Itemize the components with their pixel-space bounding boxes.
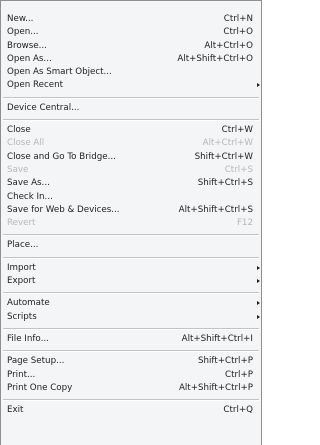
menu-item-label: Save As... — [7, 178, 50, 189]
menu-item-shortcut: Alt+Shift+Ctrl+I — [181, 333, 253, 344]
menu-item-shortcut: Alt+Ctrl+O — [204, 40, 253, 51]
menu-item-import[interactable]: Import — [1, 262, 261, 275]
menu-item-label: Automate — [7, 298, 50, 309]
menu-item-device-central[interactable]: Device Central... — [1, 102, 261, 115]
menu-item-open[interactable]: Open... Ctrl+O — [1, 26, 261, 39]
menu-separator — [1, 324, 261, 333]
menu-item-browse[interactable]: Browse... Alt+Ctrl+O — [1, 40, 261, 53]
menu-item-shortcut: Ctrl+P — [225, 369, 253, 380]
menu-item-shortcut: Ctrl+N — [223, 14, 253, 24]
menu-item-label: Close — [7, 125, 31, 136]
menu-item-save: Save Ctrl+S — [1, 164, 261, 177]
menu-item-label: New... — [7, 14, 34, 24]
menu-item-label: Import — [7, 262, 36, 273]
menu-item-revert: Revert F12 — [1, 217, 261, 230]
menu-item-label: Exit — [7, 405, 24, 416]
menu-item-close-and-go-to-bridge[interactable]: Close and Go To Bridge... Shift+Ctrl+W — [1, 151, 261, 164]
menu-item-label: Page Setup... — [7, 356, 65, 367]
menu-item-label: Close All — [7, 138, 45, 149]
menu-separator — [1, 346, 261, 355]
menu-item-automate[interactable]: Automate — [1, 297, 261, 310]
menu-item-shortcut: Shift+Ctrl+S — [197, 178, 253, 189]
menu-item-shortcut: Shift+Ctrl+W — [194, 151, 253, 162]
menu-item-shortcut: Ctrl+W — [221, 125, 253, 136]
submenu-arrow-icon — [257, 279, 260, 284]
menu-item-print-one-copy[interactable]: Print One Copy Alt+Shift+Ctrl+P — [1, 382, 261, 395]
menu-item-label: Save for Web & Devices... — [7, 204, 120, 215]
submenu-arrow-icon — [257, 265, 260, 270]
menu-item-label: Save — [7, 164, 29, 175]
menu-item-label: Scripts — [7, 311, 37, 322]
menu-item-print[interactable]: Print... Ctrl+P — [1, 369, 261, 382]
menu-item-shortcut: Alt+Ctrl+W — [202, 138, 253, 149]
menu-item-label: Device Central... — [7, 102, 80, 113]
menu-item-save-for-web-and-devices[interactable]: Save for Web & Devices... Alt+Shift+Ctrl+… — [1, 204, 261, 217]
menu-item-label: File Info... — [7, 333, 49, 344]
menu-separator — [1, 230, 261, 239]
menu-item-new[interactable]: New... Ctrl+N — [1, 13, 261, 26]
menu-separator — [1, 115, 261, 124]
menu-item-export[interactable]: Export — [1, 275, 261, 288]
menu-item-open-recent[interactable]: Open Recent — [1, 79, 261, 92]
menu-item-file-info[interactable]: File Info... Alt+Shift+Ctrl+I — [1, 333, 261, 346]
menu-item-check-in[interactable]: Check In... — [1, 191, 261, 204]
menu-item-open-as-smart-object[interactable]: Open As Smart Object... — [1, 66, 261, 79]
menu-item-shortcut: Ctrl+O — [223, 27, 253, 38]
menu-item-shortcut: Ctrl+Q — [223, 405, 253, 416]
menu-item-shortcut: Alt+Shift+Ctrl+S — [178, 204, 253, 215]
menu-item-open-as[interactable]: Open As... Alt+Shift+Ctrl+O — [1, 53, 261, 66]
menu-item-shortcut: F12 — [236, 218, 253, 229]
menu-item-label: Browse... — [7, 40, 47, 51]
menu-separator — [1, 395, 261, 404]
menu-item-label: Revert — [7, 218, 36, 229]
menu-item-label: Export — [7, 276, 36, 287]
menu-item-close[interactable]: Close Ctrl+W — [1, 124, 261, 137]
menu-separator — [1, 253, 261, 262]
menu-item-label: Open As Smart Object... — [7, 67, 112, 78]
menu-item-exit[interactable]: Exit Ctrl+Q — [1, 404, 261, 417]
menu-item-label: Open As... — [7, 53, 52, 64]
menu-item-label: Open... — [7, 27, 39, 38]
submenu-arrow-icon — [257, 301, 260, 306]
menu-item-label: Place... — [7, 240, 39, 251]
menu-item-shortcut: Alt+Shift+Ctrl+P — [178, 382, 253, 393]
menu-item-shortcut: Alt+Shift+Ctrl+O — [177, 53, 253, 64]
menu-item-page-setup[interactable]: Page Setup... Shift+Ctrl+P — [1, 355, 261, 368]
submenu-arrow-icon — [257, 314, 260, 319]
menu-item-label: Print... — [7, 369, 36, 380]
menu-item-shortcut: Shift+Ctrl+P — [197, 356, 253, 367]
menu-item-scripts[interactable]: Scripts — [1, 311, 261, 324]
menu-item-close-all: Close All Alt+Ctrl+W — [1, 137, 261, 150]
menu-item-save-as[interactable]: Save As... Shift+Ctrl+S — [1, 177, 261, 190]
menu-item-label: Open Recent — [7, 80, 63, 91]
menu-separator — [1, 288, 261, 297]
menu-item-shortcut: Ctrl+S — [224, 164, 253, 175]
menu-item-label: Print One Copy — [7, 382, 73, 393]
menu-item-place[interactable]: Place... — [1, 239, 261, 252]
menu-item-label: Check In... — [7, 191, 53, 202]
submenu-arrow-icon — [257, 83, 260, 88]
menu-separator — [1, 93, 261, 102]
menu-item-label: Close and Go To Bridge... — [7, 151, 116, 162]
file-menu: New... Ctrl+N Open... Ctrl+O Browse... Alt+Ct… — [0, 0, 262, 445]
